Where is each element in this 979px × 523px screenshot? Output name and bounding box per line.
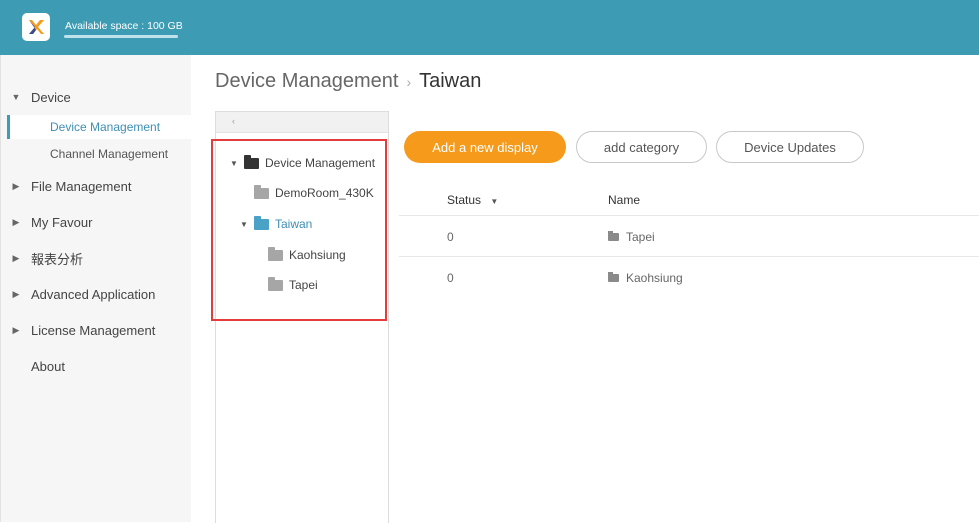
add-category-button[interactable]: add category (576, 131, 707, 163)
sidebar-item-label: 報表分析 (31, 251, 84, 267)
table-row-status: 0 (447, 271, 454, 285)
caret-right-icon: ▶ (12, 324, 20, 335)
sidebar-item-label: My Favour (31, 214, 93, 230)
table-header-divider (399, 215, 979, 216)
folder-icon (608, 272, 619, 282)
table-row-name[interactable]: Kaohsiung (608, 271, 683, 285)
highlight-annotation-box (211, 139, 387, 321)
sidebar-item-about[interactable]: About (1, 353, 191, 379)
sidebar-item-label: About (31, 358, 65, 374)
caret-right-icon: ▶ (12, 288, 20, 299)
sidebar-item-device[interactable]: ▼ Device (1, 84, 191, 110)
tree-panel-header: ‹ (216, 112, 388, 133)
status-column-header[interactable]: Status ▼ (447, 193, 498, 207)
x-logo-icon (29, 20, 44, 34)
caret-right-icon: ▶ (12, 252, 20, 263)
sidebar-item-advanced-application[interactable]: ▶ Advanced Application (1, 281, 191, 307)
top-bar: Available space : 100 GB (0, 0, 979, 55)
breadcrumb: Device Management › Taiwan (215, 70, 481, 93)
breadcrumb-parent[interactable]: Device Management (215, 70, 398, 93)
folder-icon (608, 231, 619, 241)
sidebar-subitem-device-management[interactable]: Device Management (7, 115, 191, 139)
table-row-name[interactable]: Tapei (608, 230, 655, 244)
table-row-status: 0 (447, 230, 454, 244)
caret-right-icon: ▶ (12, 180, 20, 191)
table-row-divider (399, 256, 979, 257)
sidebar: ▼ Device Device Management Channel Manag… (0, 55, 191, 522)
sidebar-subitem-channel-management[interactable]: Channel Management (7, 142, 191, 166)
sidebar-item-label: File Management (31, 178, 132, 194)
available-space-label: Available space : 100 GB (65, 20, 183, 32)
caret-down-icon: ▼ (11, 92, 21, 102)
breadcrumb-current: Taiwan (419, 70, 482, 92)
sidebar-item-label: Device (31, 89, 71, 105)
sidebar-subitem-label: Channel Management (50, 147, 169, 161)
caret-right-icon: ▶ (12, 216, 20, 227)
device-updates-button[interactable]: Device Updates (716, 131, 864, 163)
sidebar-item-my-favour[interactable]: ▶ My Favour (1, 209, 191, 235)
name-column-header[interactable]: Name (608, 193, 640, 207)
sidebar-item-label: Advanced Application (31, 286, 156, 302)
sidebar-item-file-management[interactable]: ▶ File Management (1, 173, 191, 199)
add-new-display-button[interactable]: Add a new display (404, 131, 566, 163)
sidebar-subitem-label: Device Management (50, 120, 161, 134)
sort-caret-down-icon[interactable]: ▼ (490, 197, 498, 206)
app-logo-icon[interactable] (22, 13, 50, 41)
sidebar-item-license-management[interactable]: ▶ License Management (1, 317, 191, 343)
storage-usage-bar (64, 35, 178, 38)
sidebar-item-report-analysis[interactable]: ▶ 報表分析 (1, 245, 191, 271)
breadcrumb-separator-icon: › (406, 73, 412, 90)
collapse-panel-icon[interactable]: ‹ (232, 116, 235, 126)
sidebar-item-label: License Management (31, 322, 156, 338)
